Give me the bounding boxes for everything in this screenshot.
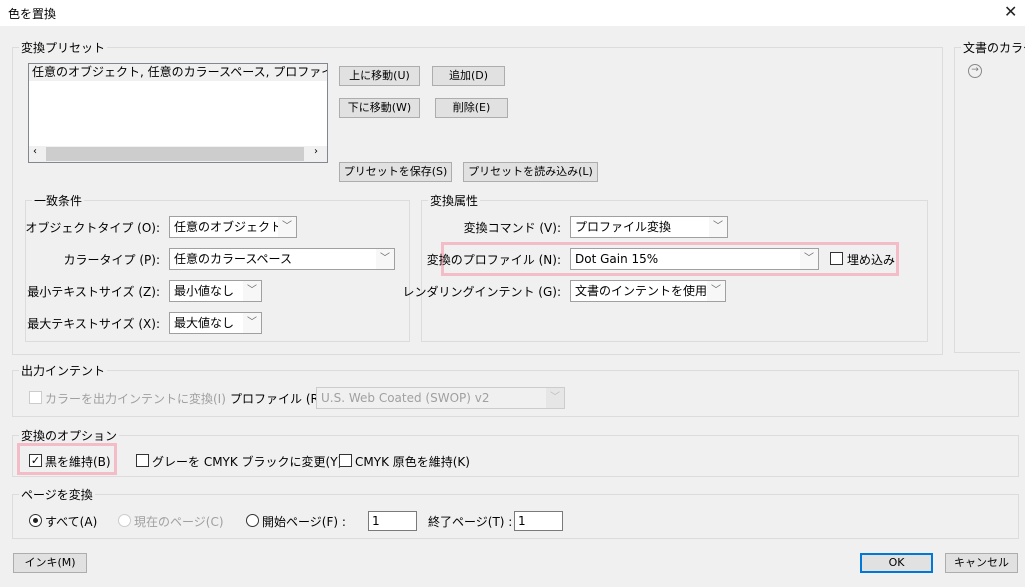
- current-page-radio[interactable]: [118, 514, 131, 527]
- preserve-primaries-checkbox[interactable]: [339, 454, 352, 467]
- object-type-value: 任意のオブジェクト: [174, 220, 283, 234]
- embed-checkbox[interactable]: [830, 252, 843, 265]
- color-type-value: 任意のカラースペース: [174, 252, 292, 266]
- chevron-down-icon: ﹀: [278, 217, 296, 237]
- scrollbar-thumb[interactable]: [46, 147, 304, 161]
- color-type-select[interactable]: 任意のカラースペース ﹀: [169, 248, 395, 270]
- chevron-down-icon: ﹀: [243, 281, 261, 301]
- all-pages-label: すべて(A): [45, 515, 98, 529]
- max-text-select[interactable]: 最大値なし ﹀: [169, 312, 262, 334]
- output-profile-value: U.S. Web Coated (SWOP) v2: [321, 391, 490, 405]
- max-text-value: 最大値なし: [174, 316, 235, 330]
- document-colors-legend: 文書のカラー: [961, 39, 1025, 56]
- chevron-down-icon: ﹀: [376, 249, 394, 269]
- profile-select[interactable]: Dot Gain 15% ﹀: [570, 248, 819, 270]
- chevron-down-icon: ﹀: [800, 249, 818, 269]
- current-page-label: 現在のページ(C): [134, 515, 224, 529]
- page-range-radio[interactable]: [246, 514, 259, 527]
- profile-value: Dot Gain 15%: [575, 252, 659, 266]
- command-select[interactable]: プロファイル変換 ﹀: [570, 216, 728, 238]
- window-title: 色を置換: [8, 7, 57, 21]
- scroll-right-icon[interactable]: ›: [314, 146, 318, 157]
- min-text-select[interactable]: 最小値なし ﹀: [169, 280, 262, 302]
- preset-list-item[interactable]: 任意のオブジェクト, 任意のカラースペース, プロファイル変換: [29, 64, 327, 81]
- ink-button[interactable]: インキ(M): [13, 553, 87, 573]
- preserve-black-checkbox[interactable]: ✓: [29, 454, 42, 467]
- output-intent-legend: 出力インテント: [19, 362, 108, 379]
- object-type-select[interactable]: 任意のオブジェクト ﹀: [169, 216, 297, 238]
- command-label: 変換コマンド (V):: [463, 221, 561, 235]
- title-bar: [0, 0, 1025, 26]
- scroll-left-icon[interactable]: ‹: [33, 146, 37, 157]
- convert-to-output-label: カラーを出力インテントに変換(I): [45, 392, 226, 406]
- chevron-down-icon: ﹀: [546, 388, 564, 408]
- output-profile-label: プロファイル (R):: [230, 392, 328, 406]
- from-page-label: 開始ページ(F) :: [262, 515, 346, 529]
- to-page-label: 終了ページ(T) :: [428, 515, 513, 529]
- to-page-input[interactable]: 1: [514, 511, 563, 531]
- chevron-down-icon: ﹀: [709, 217, 727, 237]
- load-preset-button[interactable]: プリセットを読み込み(L): [463, 162, 598, 182]
- command-value: プロファイル変換: [575, 220, 672, 234]
- chevron-down-icon: ﹀: [707, 281, 725, 301]
- intent-value: 文書のインテントを使用: [575, 284, 708, 298]
- horizontal-scrollbar[interactable]: ‹ ›: [29, 146, 327, 162]
- preset-list[interactable]: 任意のオブジェクト, 任意のカラースペース, プロファイル変換 ‹ ›: [28, 63, 328, 163]
- object-type-label: オブジェクトタイプ (O):: [25, 221, 160, 235]
- preserve-primaries-label: CMYK 原色を維持(K): [355, 455, 470, 469]
- from-page-input[interactable]: 1: [368, 511, 417, 531]
- embed-label: 埋め込み: [847, 253, 896, 267]
- color-type-label: カラータイプ (P):: [63, 253, 160, 267]
- presets-legend: 変換プリセット: [19, 39, 108, 56]
- profile-label: 変換のプロファイル (N):: [426, 253, 561, 267]
- max-text-label: 最大テキストサイズ (X):: [27, 317, 160, 331]
- pages-legend: ページを変換: [19, 486, 95, 503]
- gray-to-black-label: グレーを CMYK ブラックに変更(Y): [152, 455, 343, 469]
- min-text-value: 最小値なし: [174, 284, 235, 298]
- intent-select[interactable]: 文書のインテントを使用 ﹀: [570, 280, 726, 302]
- match-legend: 一致条件: [32, 192, 85, 209]
- preserve-black-label: 黒を維持(B): [45, 455, 111, 469]
- document-colors-group: 文書のカラー: [954, 39, 1025, 353]
- attributes-legend: 変換属性: [428, 192, 481, 209]
- all-pages-radio[interactable]: [29, 514, 42, 527]
- intent-label: レンダリングインテント (G):: [402, 285, 561, 299]
- cancel-button[interactable]: キャンセル: [945, 553, 1018, 573]
- save-preset-button[interactable]: プリセットを保存(S): [339, 162, 452, 182]
- ok-button[interactable]: OK: [860, 553, 933, 573]
- delete-button[interactable]: 削除(E): [435, 98, 508, 118]
- convert-to-output-checkbox[interactable]: [29, 391, 42, 404]
- move-down-button[interactable]: 下に移動(W): [339, 98, 420, 118]
- options-legend: 変換のオプション: [19, 427, 120, 444]
- add-button[interactable]: 追加(D): [432, 66, 505, 86]
- arrow-right-circle-icon[interactable]: →: [968, 64, 982, 78]
- close-icon[interactable]: ✕: [1004, 2, 1017, 21]
- move-up-button[interactable]: 上に移動(U): [339, 66, 420, 86]
- output-profile-select[interactable]: U.S. Web Coated (SWOP) v2 ﹀: [316, 387, 565, 409]
- chevron-down-icon: ﹀: [243, 313, 261, 333]
- gray-to-black-checkbox[interactable]: [136, 454, 149, 467]
- min-text-label: 最小テキストサイズ (Z):: [27, 285, 160, 299]
